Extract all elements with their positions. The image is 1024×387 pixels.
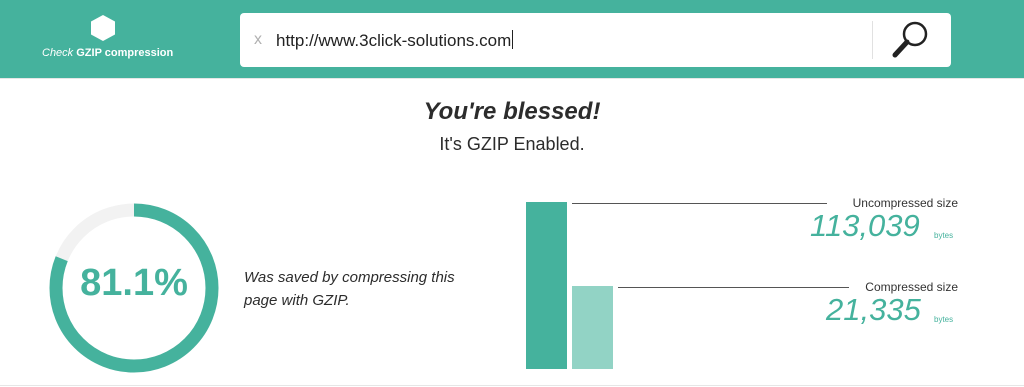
compressed-leader-line xyxy=(618,287,849,288)
uncompressed-value: 113,039 xyxy=(810,208,920,243)
url-input[interactable]: http://www.3click-solutions.com xyxy=(276,30,513,51)
result-headline: You're blessed! xyxy=(423,98,601,125)
magnifier-icon[interactable] xyxy=(885,17,937,63)
compressed-value: 21,335 xyxy=(826,292,921,327)
saved-description: Was saved by compressing this page with … xyxy=(244,269,455,309)
uncompressed-leader-line xyxy=(572,203,827,204)
uncompressed-unit: bytes xyxy=(934,231,954,240)
app-title-main: GZIP compression xyxy=(76,47,174,59)
compressed-unit: bytes xyxy=(934,315,954,324)
compressed-bar xyxy=(572,286,613,369)
header-bar: Check GZIP compression x http://www.3cli… xyxy=(0,0,1024,78)
bottom-divider xyxy=(0,385,1024,386)
percent-saved: 81.1% xyxy=(80,262,188,304)
app-title-prefix: Check xyxy=(42,47,74,59)
uncompressed-bar xyxy=(526,202,567,369)
hexagon-icon xyxy=(91,15,115,41)
app-title: Check GZIP compression xyxy=(42,47,173,59)
url-search-box: x http://www.3click-solutions.com xyxy=(240,13,951,67)
header-divider xyxy=(0,78,1024,79)
search-divider xyxy=(872,21,873,59)
result-subline: It's GZIP Enabled. xyxy=(439,134,585,154)
clear-input-button[interactable]: x xyxy=(254,31,262,49)
